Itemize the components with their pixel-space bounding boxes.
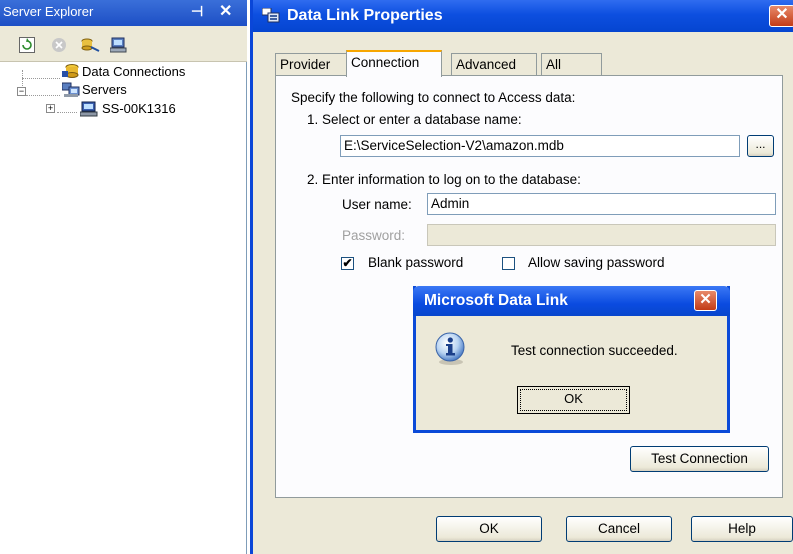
close-icon[interactable]: ✕ xyxy=(694,290,717,311)
connect-to-database-icon[interactable] xyxy=(81,37,100,53)
test-connection-button[interactable]: Test Connection xyxy=(630,446,769,472)
tab-provider[interactable]: Provider xyxy=(275,53,347,76)
focus-rect xyxy=(520,389,627,411)
refresh-icon[interactable] xyxy=(19,37,35,53)
password-input[interactable] xyxy=(427,224,776,246)
stop-icon[interactable] xyxy=(51,37,67,53)
collapse-servers-icon[interactable]: − xyxy=(17,87,26,96)
message-box-title: Microsoft Data Link xyxy=(424,292,568,309)
computer-icon xyxy=(79,101,98,117)
servers-icon xyxy=(61,82,80,98)
tab-connection[interactable]: Connection xyxy=(346,50,442,77)
data-link-icon xyxy=(261,7,280,23)
password-label: Password: xyxy=(342,228,406,243)
server-explorer-title-bar: Server Explorer ⊣ ✕ xyxy=(0,0,247,26)
tree-item-label: SS-00K1316 xyxy=(102,101,176,116)
auto-hide-pin-icon[interactable]: ⊣ xyxy=(191,3,203,20)
message-ok-button[interactable]: OK xyxy=(517,386,630,414)
server-explorer-toolbar xyxy=(0,26,247,62)
cancel-button[interactable]: Cancel xyxy=(566,516,672,542)
allow-saving-password-checkbox[interactable] xyxy=(502,257,515,270)
username-input[interactable]: Admin xyxy=(427,193,776,215)
help-button[interactable]: Help xyxy=(691,516,793,542)
message-box-title-bar: Microsoft Data Link ✕ xyxy=(413,286,730,316)
database-name-input[interactable]: E:\ServiceSelection-V2\amazon.mdb xyxy=(340,135,740,157)
tab-advanced[interactable]: Advanced xyxy=(451,53,537,76)
dialog-title: Data Link Properties xyxy=(287,7,443,24)
connect-to-server-icon[interactable] xyxy=(109,37,127,53)
intro-text: Specify the following to connect to Acce… xyxy=(291,90,576,105)
step1-label: 1. Select or enter a database name: xyxy=(307,112,522,127)
tree-item-label: Servers xyxy=(82,82,127,97)
data-connections-icon xyxy=(62,63,80,79)
blank-password-label: Blank password xyxy=(368,255,464,270)
ok-button[interactable]: OK xyxy=(436,516,542,542)
data-link-properties-dialog: Data Link Properties ✕ Provider Connecti… xyxy=(250,0,793,554)
tree-item-label: Data Connections xyxy=(82,64,186,79)
dialog-title-bar: Data Link Properties xyxy=(253,0,793,32)
expand-server-icon[interactable]: + xyxy=(46,104,55,113)
close-icon[interactable]: ✕ xyxy=(769,5,793,27)
server-explorer-panel: Server Explorer ⊣ ✕ Data Connections − S… xyxy=(0,0,247,554)
username-label: User name: xyxy=(342,197,412,212)
blank-password-checkbox[interactable]: ✔ xyxy=(341,257,354,270)
allow-saving-password-label: Allow saving password xyxy=(528,255,665,270)
close-panel-icon[interactable]: ✕ xyxy=(219,1,232,21)
browse-button[interactable]: ... xyxy=(747,135,774,157)
tab-all[interactable]: All xyxy=(541,53,602,76)
step2-label: 2. Enter information to log on to the da… xyxy=(307,172,581,187)
message-box: Microsoft Data Link ✕ Test connection su… xyxy=(413,286,730,433)
information-icon xyxy=(434,332,468,366)
server-explorer-title: Server Explorer xyxy=(3,4,94,19)
message-text: Test connection succeeded. xyxy=(511,343,678,358)
